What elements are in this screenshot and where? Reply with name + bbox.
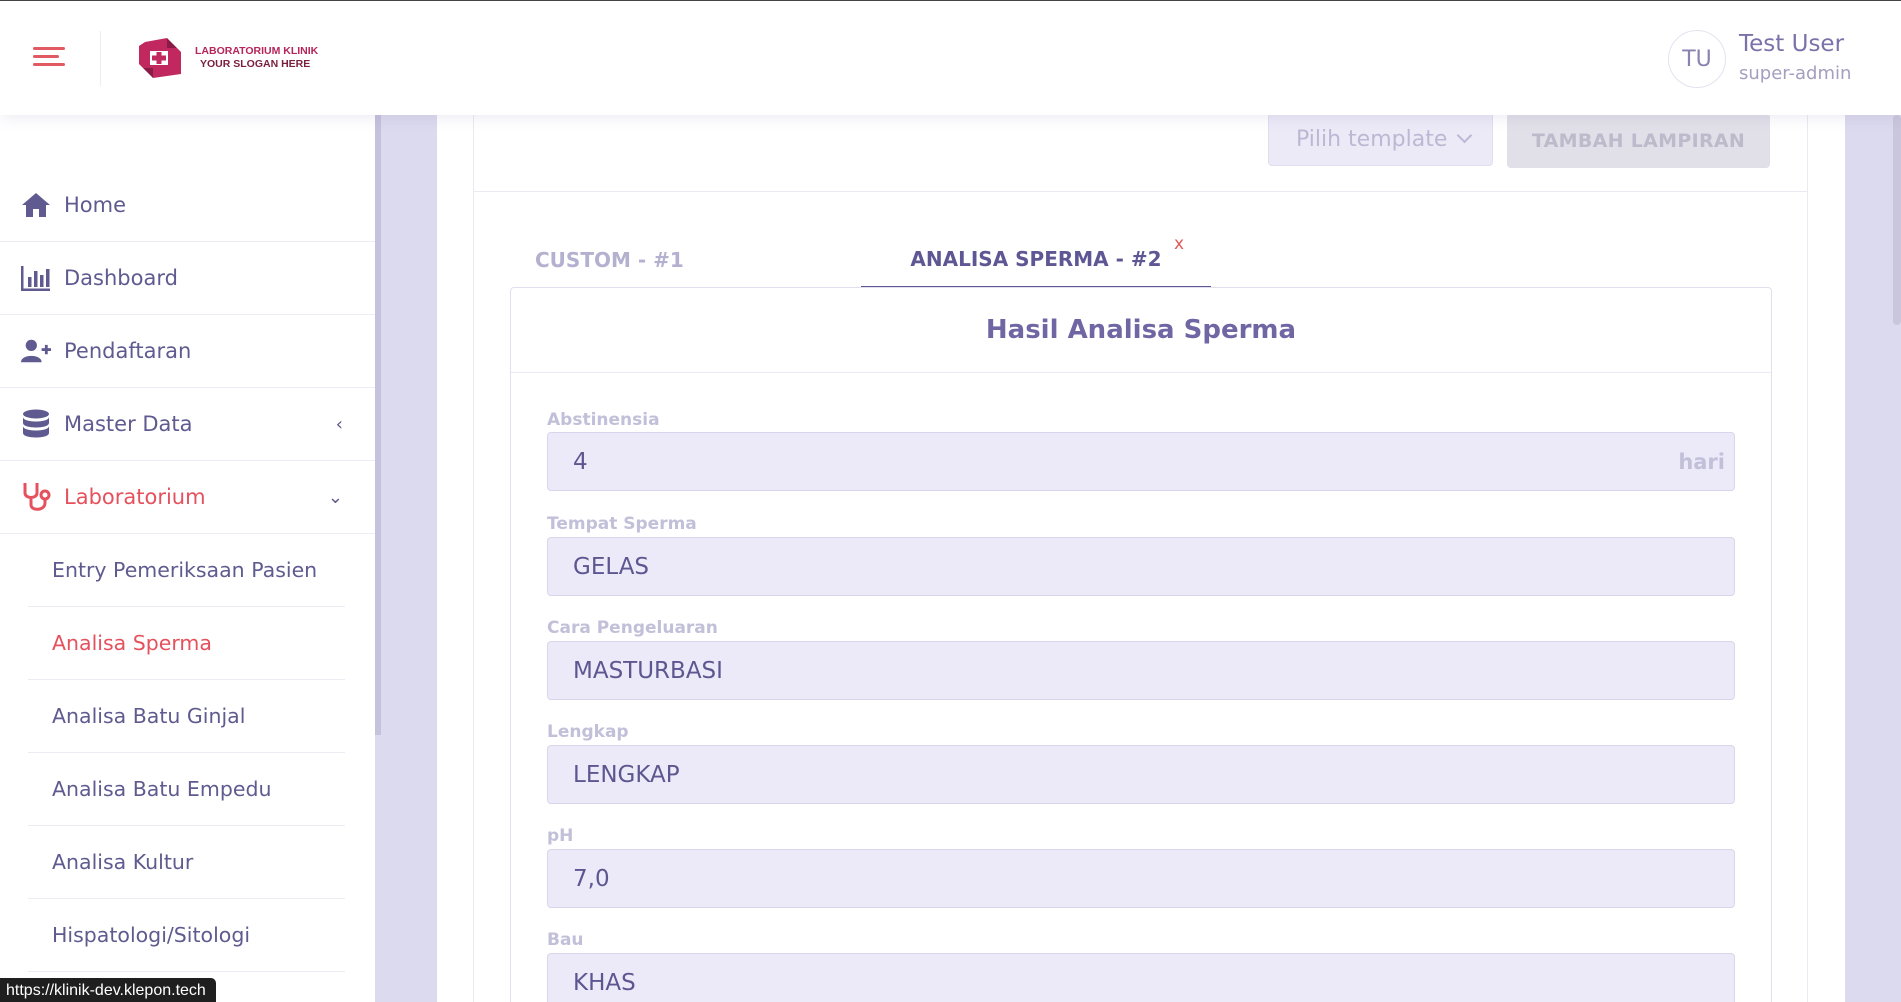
top-header: LABORATORIUM KLINIK YOUR SLOGAN HERE TU … <box>0 0 1901 115</box>
field-value: 7,0 <box>573 865 610 892</box>
bau-field[interactable]: KHAS <box>547 953 1735 1002</box>
sidebar-item-master-data[interactable]: Master Data ‹ <box>0 388 375 461</box>
chart-bar-icon <box>21 263 51 293</box>
user-plus-icon <box>21 336 51 366</box>
home-icon <box>21 190 51 220</box>
sidebar-subitem-label: Analisa Sperma <box>52 631 212 655</box>
sidebar-subitem-analisa-batu-empedu[interactable]: Analisa Batu Empedu <box>28 753 345 826</box>
tab-custom[interactable]: CUSTOM - #1 <box>535 232 684 288</box>
field-label-tempat-sperma: Tempat Sperma <box>547 514 697 534</box>
close-tab-icon[interactable]: x <box>1174 234 1184 254</box>
user-role: super-admin <box>1739 63 1852 84</box>
form-header: Hasil Analisa Sperma <box>511 288 1771 373</box>
sidebar-subitem-label: Analisa Kultur <box>52 850 194 874</box>
sidebar-item-dashboard[interactable]: Dashboard <box>0 242 375 315</box>
medical-cross-logo-icon <box>137 36 183 80</box>
ph-field[interactable]: 7,0 <box>547 849 1735 908</box>
user-avatar[interactable]: TU <box>1668 30 1726 88</box>
chevron-left-icon: ‹ <box>335 413 343 435</box>
template-select[interactable]: Pilih template <box>1268 113 1493 166</box>
field-label-cara-pengeluaran: Cara Pengeluaran <box>547 618 718 638</box>
sidebar-subitem-label: Analisa Batu Empedu <box>52 777 272 801</box>
sidebar-item-label: Laboratorium <box>64 485 206 509</box>
tab-analisa-sperma[interactable]: ANALISA SPERMA - #2 <box>861 232 1211 288</box>
chevron-down-icon: ⌄ <box>327 486 343 508</box>
lengkap-field[interactable]: LENGKAP <box>547 745 1735 804</box>
sidebar-subitem-hispatologi[interactable]: Hispatologi/Sitologi <box>28 899 345 972</box>
logo-text: LABORATORIUM KLINIK YOUR SLOGAN HERE <box>195 45 318 71</box>
add-attachment-button[interactable]: TAMBAH LAMPIRAN <box>1507 113 1770 168</box>
abstinensia-field[interactable]: 4 hari <box>547 432 1735 491</box>
clinic-logo[interactable]: LABORATORIUM KLINIK YOUR SLOGAN HERE <box>137 36 318 80</box>
main-scrollbar[interactable] <box>1893 115 1901 325</box>
chevron-down-icon <box>1456 127 1473 144</box>
sidebar-subitem-label: Hispatologi/Sitologi <box>52 923 251 947</box>
toolbar-divider <box>473 191 1808 192</box>
field-label-ph: pH <box>547 826 574 846</box>
sidebar-item-pendaftaran[interactable]: Pendaftaran <box>0 315 375 388</box>
sidebar-subitem-label: Entry Pemeriksaan Pasien <box>52 558 318 582</box>
field-value: MASTURBASI <box>573 657 723 684</box>
logo-slogan: YOUR SLOGAN HERE <box>200 58 311 70</box>
field-label-bau: Bau <box>547 930 584 950</box>
field-value: KHAS <box>573 969 636 996</box>
stethoscope-icon <box>21 482 51 512</box>
sidebar-item-label: Dashboard <box>64 266 178 290</box>
sidebar-scrollbar[interactable] <box>375 115 381 735</box>
sidebar: Home Dashboard Pendaftaran Master Data ‹… <box>0 115 375 1002</box>
sidebar-subitem-analisa-batu-ginjal[interactable]: Analisa Batu Ginjal <box>28 680 345 753</box>
sidebar-subitem-analisa-kultur[interactable]: Analisa Kultur <box>28 826 345 899</box>
tempat-sperma-field[interactable]: GELAS <box>547 537 1735 596</box>
menu-toggle-icon[interactable] <box>33 47 65 71</box>
user-name[interactable]: Test User <box>1739 31 1844 57</box>
template-select-placeholder: Pilih template <box>1296 127 1448 152</box>
sidebar-subitem-label: Analisa Batu Ginjal <box>52 704 246 728</box>
sidebar-subitem-analisa-sperma[interactable]: Analisa Sperma <box>28 607 345 680</box>
form-title: Hasil Analisa Sperma <box>985 315 1297 345</box>
sidebar-item-label: Home <box>64 193 127 217</box>
sidebar-item-home[interactable]: Home <box>0 169 375 242</box>
logo-title: LABORATORIUM KLINIK <box>195 45 319 57</box>
status-bar-url: https://klinik-dev.klepon.tech <box>0 978 216 1002</box>
database-icon <box>21 409 51 439</box>
sidebar-item-label: Master Data <box>64 412 193 436</box>
sidebar-subitem-entry-pemeriksaan[interactable]: Entry Pemeriksaan Pasien <box>28 534 345 607</box>
sidebar-item-label: Pendaftaran <box>64 339 192 363</box>
field-label-lengkap: Lengkap <box>547 722 629 742</box>
field-label-abstinensia: Abstinensia <box>547 410 660 430</box>
field-value: LENGKAP <box>573 761 680 788</box>
cara-pengeluaran-field[interactable]: MASTURBASI <box>547 641 1735 700</box>
field-value: 4 <box>573 448 588 475</box>
field-unit-suffix: hari <box>1678 449 1725 474</box>
header-divider <box>100 31 101 86</box>
field-value: GELAS <box>573 553 650 580</box>
sidebar-item-laboratorium[interactable]: Laboratorium ⌄ <box>0 461 375 534</box>
